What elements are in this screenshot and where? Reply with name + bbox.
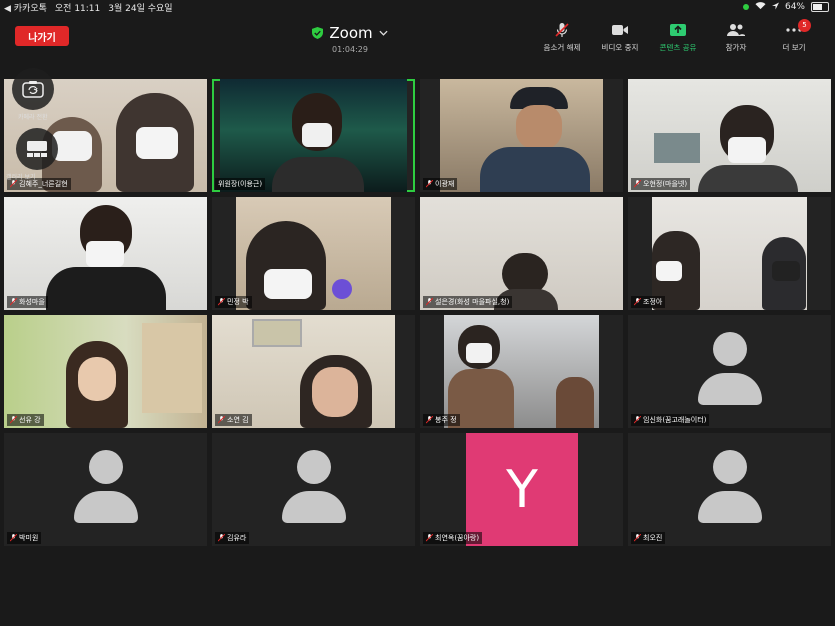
meeting-title-area[interactable]: Zoom 01:04:29 — [280, 24, 420, 54]
avatar-icon — [296, 450, 331, 484]
mic-off-icon — [634, 534, 641, 542]
share-icon — [670, 24, 686, 36]
participant-video — [212, 315, 395, 428]
meeting-toolbar: 나가기 Zoom 01:04:29 음소거 해제 비디오 중지 콘텐츠 공유 참… — [0, 14, 835, 72]
back-to-app-link[interactable]: ◀ 카카오톡 — [4, 1, 47, 14]
mic-off-icon — [218, 298, 225, 306]
participants-icon — [727, 24, 745, 36]
participant-name-tag: 위원장(이용근) — [215, 178, 266, 190]
more-button[interactable]: 5 더 보기 — [765, 19, 823, 53]
mic-off-icon — [218, 534, 225, 542]
status-date: 3월 24일 수요일 — [108, 4, 173, 14]
shield-icon — [312, 27, 324, 39]
meeting-timer: 01:04:29 — [332, 45, 368, 54]
switch-camera-label: 카메라 전환 — [18, 114, 48, 121]
battery-icon — [811, 2, 829, 12]
participant-name-tag: 조정아 — [631, 296, 666, 308]
participant-video — [652, 197, 807, 310]
share-content-button[interactable]: 콘텐츠 공유 — [649, 22, 707, 53]
participant-video — [4, 197, 207, 310]
mic-off-icon — [426, 534, 433, 542]
participant-name-tag: 봉주 정 — [423, 414, 460, 426]
participant-tile[interactable]: 오현정(마을넷) — [628, 79, 831, 192]
status-time: 오전 11:11 — [54, 4, 101, 14]
meeting-title: Zoom — [329, 24, 373, 42]
gallery-view-icon — [27, 141, 47, 157]
mic-off-icon — [634, 298, 641, 306]
participant-tile[interactable]: 김유라 — [212, 433, 415, 546]
switch-view-label: 갤러리 보기 — [6, 174, 36, 181]
mic-off-icon — [426, 298, 433, 306]
notification-badge: 5 — [798, 19, 811, 32]
avatar-icon — [712, 332, 747, 366]
stop-video-button[interactable]: 비디오 중지 — [591, 22, 649, 53]
switch-camera-button[interactable] — [12, 68, 54, 110]
participant-video — [444, 315, 599, 428]
participant-video — [420, 197, 623, 310]
participant-name-tag: 민정 박 — [215, 296, 252, 308]
participant-tile-active-speaker[interactable]: 위원장(이용근) — [212, 79, 415, 192]
participant-video — [236, 197, 391, 310]
participant-name-tag: 소연 김 — [215, 414, 252, 426]
battery-percent: 64% — [784, 2, 805, 12]
avatar-initial: Y — [466, 433, 578, 546]
participant-name-tag: 오현정(마을넷) — [631, 178, 691, 190]
location-icon — [771, 2, 779, 13]
participant-tile[interactable]: Y 최연옥(꿈아랑) — [420, 433, 623, 546]
participant-tile[interactable]: 봉주 정 — [420, 315, 623, 428]
participant-video — [4, 315, 207, 428]
mic-off-icon — [426, 416, 433, 424]
status-bar: ◀ 카카오톡 오전 11:11 3월 24일 수요일 64% — [0, 0, 835, 14]
mic-off-icon — [10, 416, 17, 424]
participant-tile[interactable]: 화성마을 — [4, 197, 207, 310]
participant-video — [628, 79, 831, 192]
mic-off-icon — [555, 23, 569, 37]
participant-name-tag: 임신화(꿈고래놀이터) — [631, 414, 710, 426]
mic-off-icon — [634, 180, 641, 188]
participant-name-tag: 화성마을 — [7, 296, 48, 308]
avatar-icon — [712, 450, 747, 484]
participant-name-tag: 박미원 — [7, 532, 42, 544]
participant-tile[interactable]: 최오진 — [628, 433, 831, 546]
recording-indicator-icon — [742, 4, 749, 10]
switch-view-button[interactable] — [16, 128, 58, 170]
leave-button[interactable]: 나가기 — [15, 26, 69, 46]
participant-name-tag: 이광재 — [423, 178, 458, 190]
mic-off-icon — [10, 534, 17, 542]
chevron-down-icon — [379, 30, 388, 36]
participant-tile[interactable]: 설은경(화성 마을파실,청) — [420, 197, 623, 310]
avatar-icon — [88, 450, 123, 484]
camera-switch-icon — [22, 81, 44, 98]
participant-tile[interactable]: 박미원 — [4, 433, 207, 546]
video-icon — [612, 25, 628, 35]
participant-tile[interactable]: 선유 강 — [4, 315, 207, 428]
participant-tile[interactable]: 민정 박 — [212, 197, 415, 310]
participant-tile[interactable]: 소연 김 — [212, 315, 415, 428]
toolbar-buttons: 음소거 해제 비디오 중지 콘텐츠 공유 참가자 5 더 보기 — [533, 19, 823, 53]
mic-off-icon — [634, 416, 641, 424]
participant-video — [220, 79, 407, 192]
participants-button[interactable]: 참가자 — [707, 22, 765, 53]
participant-name-tag: 최오진 — [631, 532, 666, 544]
mic-off-icon — [10, 180, 17, 188]
participant-name-tag: 김유라 — [215, 532, 250, 544]
mic-off-icon — [218, 416, 225, 424]
participant-tile[interactable]: 이광재 — [420, 79, 623, 192]
participant-name-tag: 최연옥(꿈아랑) — [423, 532, 483, 544]
unmute-button[interactable]: 음소거 해제 — [533, 22, 591, 53]
participant-tile[interactable]: 조정아 — [628, 197, 831, 310]
participant-name-tag: 선유 강 — [7, 414, 44, 426]
participant-tile[interactable]: 임신화(꿈고래놀이터) — [628, 315, 831, 428]
participant-video — [440, 79, 603, 192]
mic-off-icon — [10, 298, 17, 306]
participant-name-tag: 설은경(화성 마을파실,청) — [423, 296, 513, 308]
wifi-icon — [755, 1, 766, 13]
mic-off-icon — [426, 180, 433, 188]
